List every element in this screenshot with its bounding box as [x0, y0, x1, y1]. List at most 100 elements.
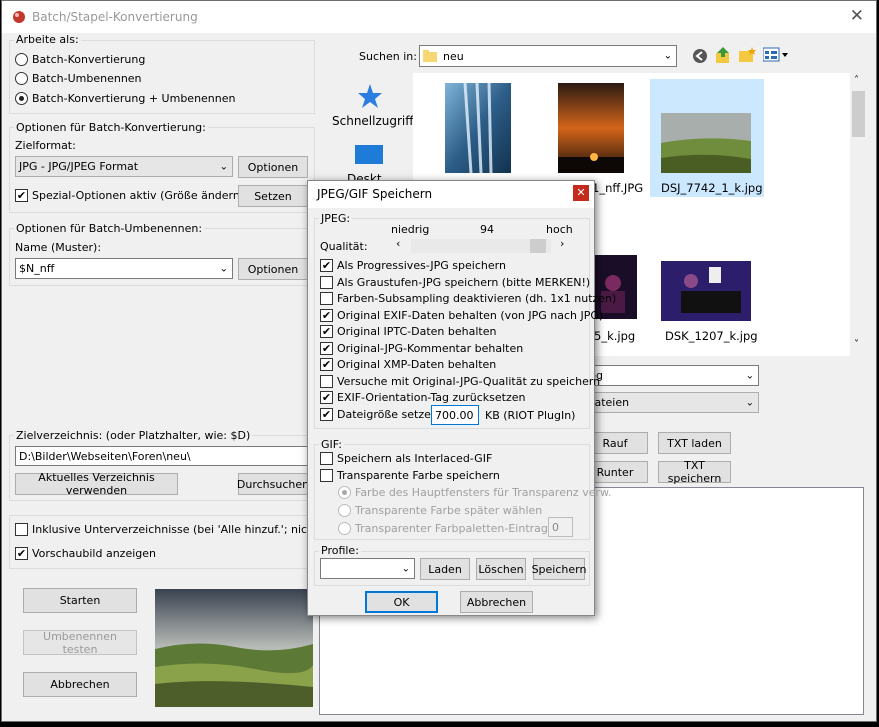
checkbox-label: Original IPTC-Daten behalten [337, 325, 497, 338]
rename-options-button[interactable]: Optionen [238, 258, 308, 280]
radio-label: Batch-Konvertierung + Umbenennen [32, 92, 236, 105]
checkbox-icon: ✔ [320, 391, 333, 404]
gif-radio-later: Transparente Farbe später wählen [338, 504, 542, 517]
jpeg-option-checkbox[interactable]: ✔ Original EXIF-Daten behalten (von JPG n… [320, 308, 603, 322]
chevron-up-icon[interactable]: ˄ [854, 75, 859, 86]
gif-radio-mainwindow: Farbe des Hauptfensters für Transparenz … [338, 486, 612, 499]
jpeg-option-checkbox[interactable]: Versuche mit Original-JPG-Qualität zu sp… [320, 374, 600, 388]
file-name[interactable]: DSK_1207_k.jpg [665, 329, 758, 343]
quality-high-label: hoch [546, 223, 573, 236]
back-icon[interactable] [692, 48, 708, 64]
dialog-cancel-button[interactable]: Abbrechen [460, 591, 533, 613]
chevron-down-icon[interactable]: ˅ [854, 339, 859, 350]
chevron-left-icon[interactable]: ‹ [396, 237, 400, 250]
profile-delete-button[interactable]: Löschen [476, 558, 526, 580]
start-button[interactable]: Starten [23, 588, 137, 613]
radio-icon [338, 486, 351, 499]
gif-interlaced-checkbox[interactable]: Speichern als Interlaced-GIF [320, 452, 492, 465]
quality-value: 94 [480, 223, 494, 236]
chevron-down-icon: ⌄ [401, 563, 410, 574]
profile-select[interactable]: ⌄ [320, 558, 415, 579]
checkbox-icon: ✔ [320, 259, 333, 272]
view-menu-icon[interactable] [763, 47, 789, 63]
save-txt-button[interactable]: TXT speichern [658, 459, 731, 485]
set-button[interactable]: Setzen [238, 185, 308, 207]
browse-button[interactable]: Durchsuchen [237, 473, 309, 495]
desktop-icon[interactable] [355, 145, 383, 167]
file-name[interactable]: 1_nff.JPG [592, 181, 643, 195]
up-folder-icon[interactable] [715, 47, 731, 64]
gif-transparent-checkbox[interactable]: Transparente Farbe speichern [320, 469, 500, 482]
quality-slider[interactable]: ‹ › [393, 237, 573, 254]
include-subfolders-checkbox[interactable]: Inklusive Unterverzeichnisse (bei 'Alle … [15, 523, 356, 536]
radio-icon [15, 92, 28, 105]
file-thumb-waterfall[interactable] [445, 83, 511, 173]
jpeg-option-checkbox[interactable]: ✔ EXIF-Orientation-Tag zurücksetzen [320, 391, 526, 404]
pattern-label: Name (Muster): [15, 241, 102, 254]
ok-button[interactable]: OK [365, 591, 438, 613]
checkbox-icon: ✔ [15, 547, 28, 560]
format-value: JPG - JPG/JPEG Format [19, 160, 139, 173]
target-path-input[interactable]: D:\Bilder\Webseiten\Foren\neu\ [15, 446, 308, 466]
pattern-select[interactable]: $N_nff ⌄ [15, 258, 233, 279]
dialog-title: JPEG/GIF Speichern [317, 187, 433, 201]
chevron-down-icon: ⌄ [219, 161, 228, 172]
checkbox-label: Als Progressives-JPG speichern [337, 259, 506, 272]
dialog-title-bar: JPEG/GIF Speichern ✕ [308, 181, 594, 208]
jpeg-option-checkbox[interactable]: Als Graustufen-JPG speichern (bitte MERK… [320, 275, 590, 289]
chevron-down-icon: ⌄ [219, 263, 228, 274]
convert-options-button[interactable]: Optionen [238, 156, 308, 178]
file-view-scrollbar[interactable]: ˄ ˅ [850, 73, 867, 356]
quick-access-label[interactable]: Schnellzugriff [332, 114, 414, 128]
filesize-checkbox[interactable]: ✔ Dateigröße setzen: [320, 408, 442, 421]
slider-thumb[interactable] [530, 239, 546, 253]
radio-icon [338, 504, 351, 517]
use-current-folder-button[interactable]: Aktuelles Verzeichnis verwenden [15, 471, 178, 497]
mode-radio-both[interactable]: Batch-Konvertierung + Umbenennen [15, 92, 236, 105]
main-cancel-button[interactable]: Abbrechen [23, 672, 137, 697]
checkbox-label: Vorschaubild anzeigen [32, 547, 156, 560]
jpeg-option-checkbox[interactable]: ✔ Als Progressives-JPG speichern [320, 259, 506, 272]
filetype-select[interactable]: jpg⌄ [582, 365, 759, 386]
profile-load-button[interactable]: Laden [420, 558, 470, 580]
filter-select[interactable]: Dateien ⌄ [582, 392, 759, 413]
file-thumb-sunset[interactable] [558, 83, 624, 173]
pattern-value: $N_nff [19, 262, 55, 275]
file-name[interactable]: DSJ_7742_1_k.jpg [661, 181, 763, 195]
mode-radio-rename[interactable]: Batch-Umbenennen [15, 72, 142, 85]
checkbox-label: Farben-Subsampling deaktivieren (dh. 1x1… [337, 292, 617, 305]
checkbox-label: Original XMP-Daten behalten [337, 358, 497, 371]
checkbox-icon [320, 275, 333, 289]
show-preview-checkbox[interactable]: ✔ Vorschaubild anzeigen [15, 547, 156, 560]
chevron-down-icon: ⌄ [745, 370, 754, 381]
checkbox-icon [320, 374, 333, 388]
gif-palette-input: 0 [548, 517, 573, 537]
mode-radio-convert[interactable]: Batch-Konvertierung [15, 53, 145, 66]
profile-save-button[interactable]: Speichern [532, 558, 586, 580]
scrollbar-thumb[interactable] [852, 91, 865, 137]
filesize-input[interactable]: 700.00 [431, 405, 479, 425]
new-folder-icon[interactable] [739, 47, 756, 63]
jpeg-option-checkbox[interactable]: Farben-Subsampling deaktivieren (dh. 1x1… [320, 292, 616, 305]
star-icon[interactable] [357, 83, 383, 109]
close-icon[interactable]: ✕ [850, 6, 864, 26]
folder-select[interactable]: neu ⌄ [419, 45, 677, 67]
format-select[interactable]: JPG - JPG/JPEG Format ⌄ [15, 156, 233, 177]
radio-label: Farbe des Hauptfensters für Transparenz … [355, 486, 612, 499]
radio-icon [338, 522, 351, 535]
special-options-checkbox[interactable]: ✔ Spezial-Optionen aktiv (Größe ändern et… [15, 189, 268, 202]
file-thumb-landscape[interactable] [661, 113, 751, 173]
gif-group-label: GIF: [319, 438, 344, 451]
chevron-right-icon[interactable]: › [560, 237, 564, 250]
jpeg-option-checkbox[interactable]: ✔ Original IPTC-Daten behalten [320, 325, 496, 338]
checkbox-icon: ✔ [320, 325, 333, 338]
file-thumb-piano[interactable] [661, 261, 751, 321]
file-name[interactable]: 5_k.jpg [594, 329, 635, 343]
jpeg-option-checkbox[interactable]: ✔ Original XMP-Daten behalten [320, 358, 496, 371]
close-icon[interactable]: ✕ [573, 185, 589, 201]
load-txt-button[interactable]: TXT laden [658, 432, 731, 454]
jpeg-option-checkbox[interactable]: ✔ Original-JPG-Kommentar behalten [320, 341, 523, 355]
window-title: Batch/Stapel-Konvertierung [32, 10, 198, 24]
target-label: Zielverzeichnis: (oder Platzhalter, wie:… [14, 429, 253, 442]
checkbox-label: Speichern als Interlaced-GIF [337, 452, 493, 465]
